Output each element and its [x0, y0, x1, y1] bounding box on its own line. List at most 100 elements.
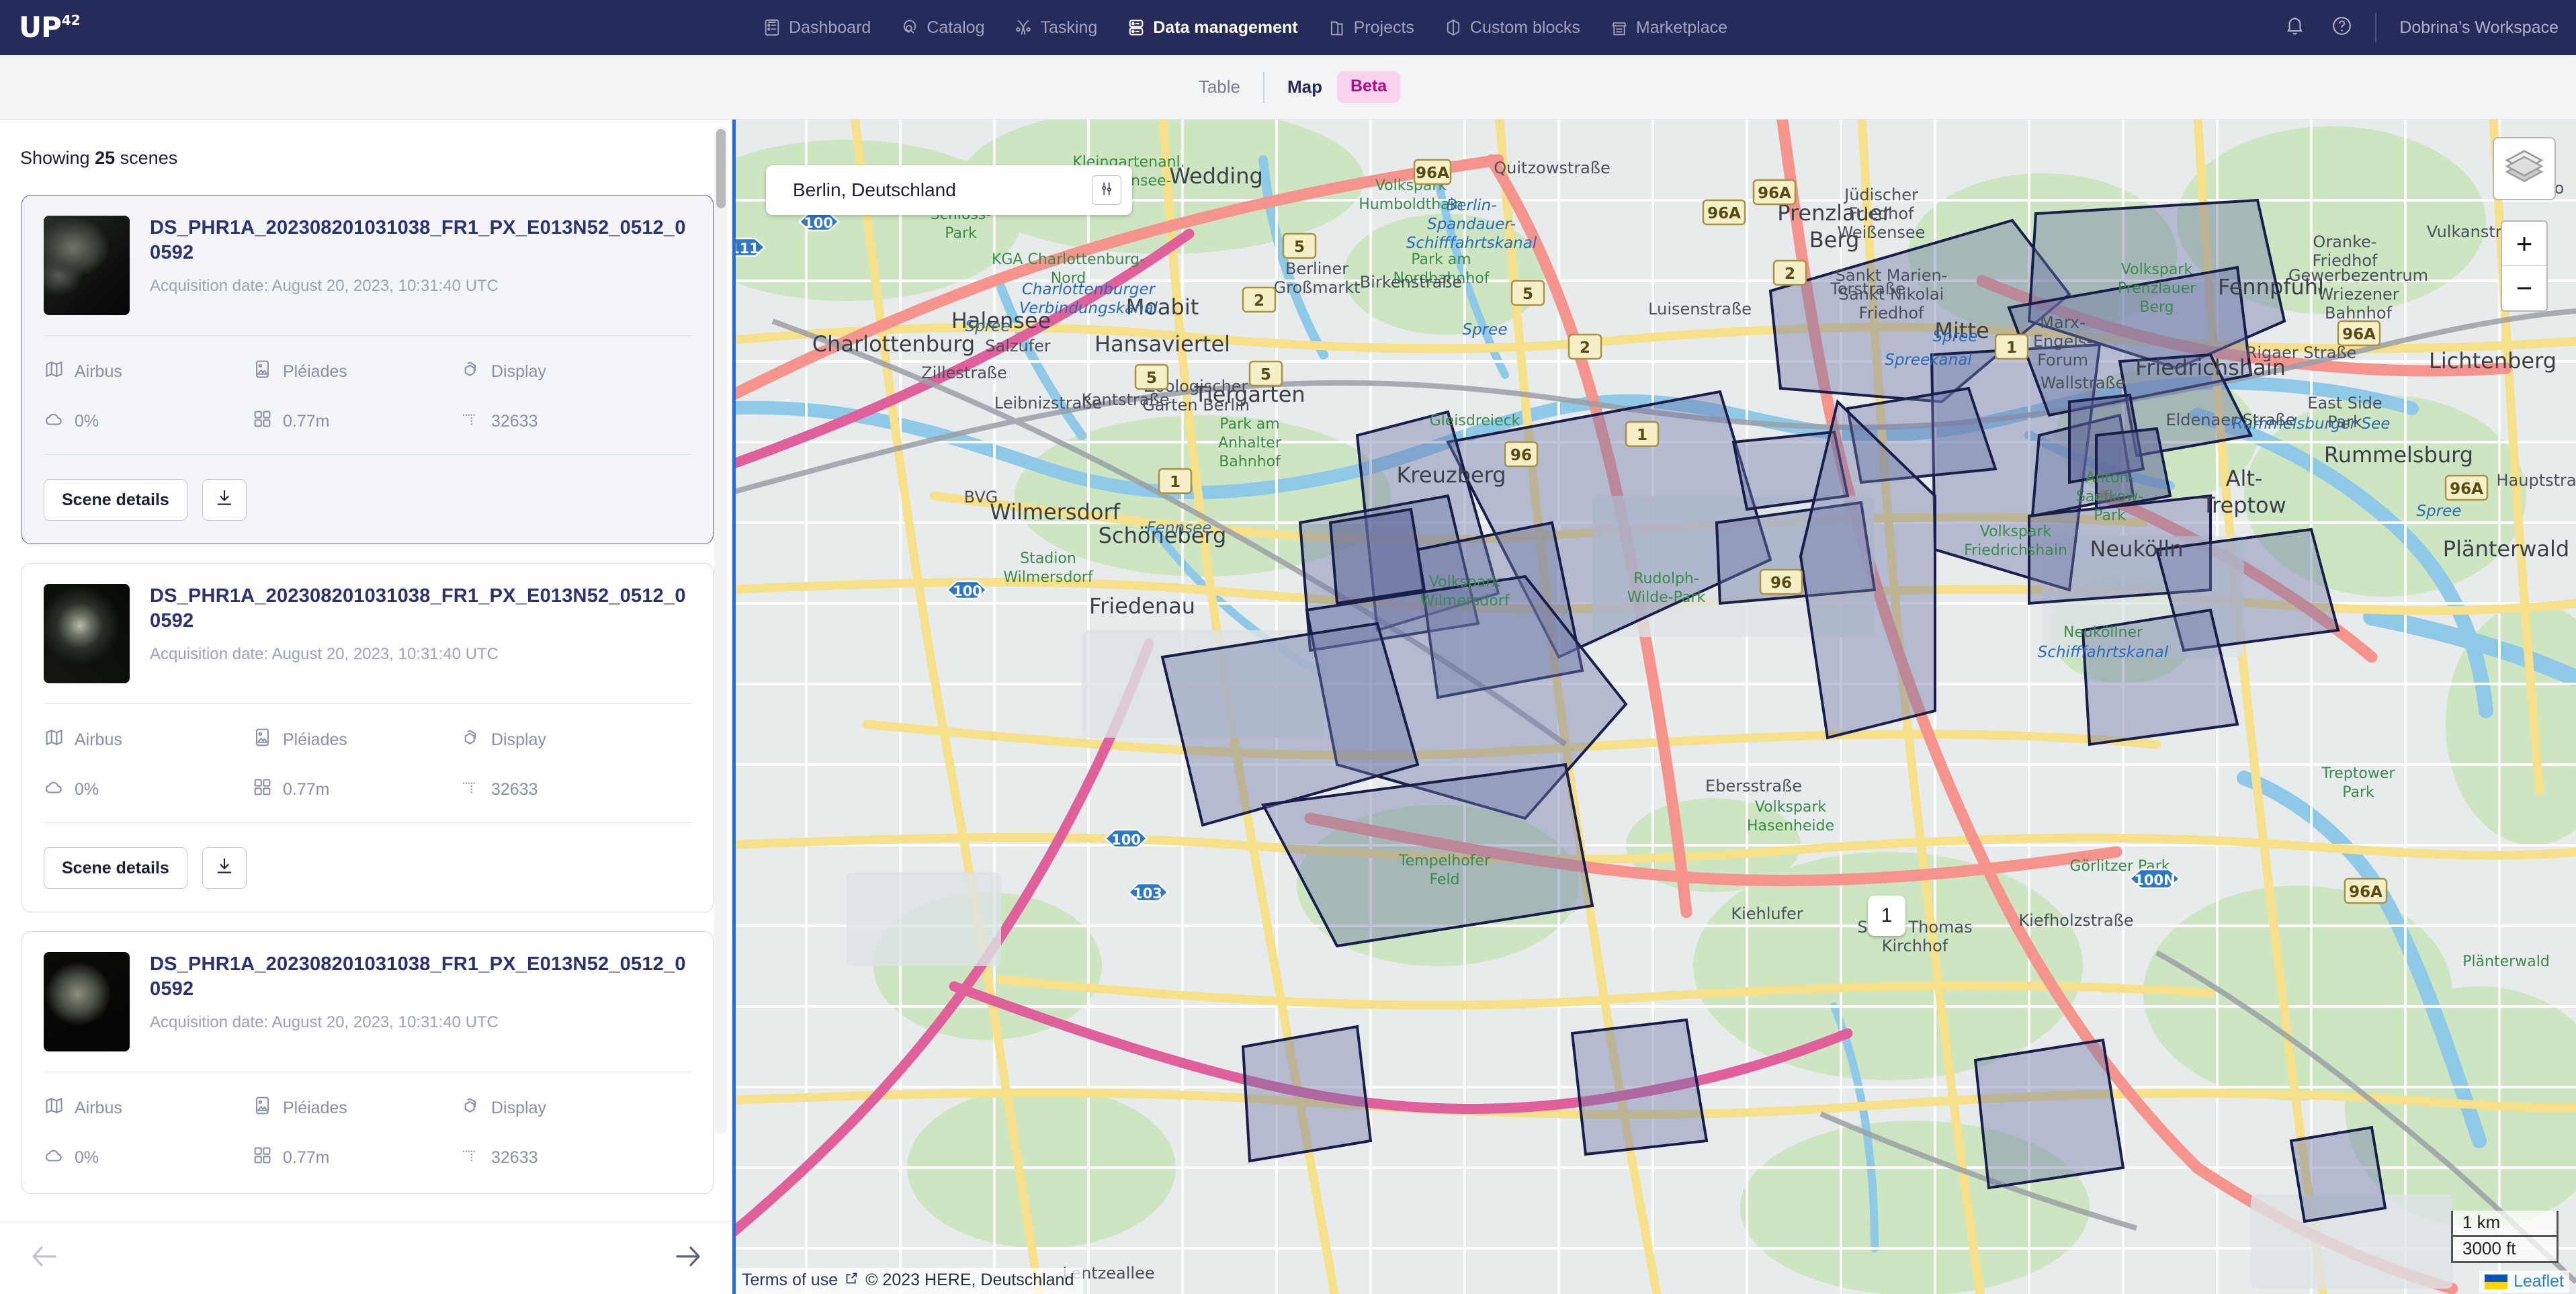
svg-text:96A: 96A — [2349, 883, 2382, 901]
bell-icon — [2284, 15, 2306, 40]
meta-value: Display — [491, 730, 546, 749]
scene-thumbnail[interactable] — [44, 952, 130, 1051]
meta-scene-id: 32633 — [460, 777, 693, 802]
svg-text:96: 96 — [1770, 574, 1792, 592]
svg-text:96A: 96A — [2450, 480, 2483, 498]
scene-metadata: Airbus Pléiades Display 0% 0.77m 32633 — [44, 727, 693, 802]
scene-acquisition-date: Acquisition date: August 20, 2023, 10:31… — [150, 645, 499, 664]
scene-card-header: DS_PHR1A_202308201031038_FR1_PX_E013N52_… — [44, 584, 693, 683]
meta-provider: Airbus — [44, 727, 252, 752]
cloud-icon — [44, 1145, 65, 1170]
svg-text:5: 5 — [1146, 370, 1157, 387]
search-filter-button[interactable] — [1092, 175, 1121, 205]
scene-card[interactable]: DS_PHR1A_202308201031038_FR1_PX_E013N52_… — [22, 931, 714, 1194]
meta-value: Display — [491, 1098, 546, 1117]
meta-cloud-cover: 0% — [44, 777, 252, 802]
pagination-bar — [0, 1221, 732, 1294]
svg-text:96A: 96A — [2342, 326, 2376, 343]
leaflet-label[interactable]: Leaflet — [2514, 1272, 2564, 1291]
scene-thumbnail[interactable] — [44, 216, 130, 315]
scenes-sidebar: Showing 25 scenes DS_PHR1A_2023082010310… — [0, 120, 732, 1221]
meta-value: Display — [491, 361, 546, 381]
scale-imperial: 3000 ft — [2451, 1237, 2559, 1263]
scene-metadata: Airbus Pléiades Display 0% 0.77m 32633 — [44, 359, 693, 434]
meta-product: Display — [460, 727, 693, 752]
scene-title[interactable]: DS_PHR1A_202308201031038_FR1_PX_E013N52_… — [150, 216, 693, 265]
terms-of-use-link[interactable]: Terms of use — [742, 1270, 838, 1290]
scene-card-actions: Scene details — [44, 479, 693, 521]
meta-value: Pléiades — [283, 1098, 347, 1117]
scene-title[interactable]: DS_PHR1A_202308201031038_FR1_PX_E013N52_… — [150, 584, 693, 633]
layers-control-button[interactable] — [2493, 137, 2556, 200]
ukraine-flag-icon — [2484, 1274, 2507, 1289]
meta-value: Pléiades — [283, 730, 347, 749]
meta-value: Airbus — [75, 361, 122, 381]
scenes-count-label: Showing 25 scenes — [20, 148, 732, 169]
nav-item-projects[interactable]: Projects — [1328, 18, 1414, 38]
meta-product: Display — [460, 359, 693, 384]
divider — [45, 454, 691, 455]
download-icon — [214, 488, 234, 513]
crs-dots-icon — [460, 777, 481, 802]
workspace-name[interactable]: Dobrina’s Workspace — [2399, 18, 2559, 38]
leaflet-attribution[interactable]: Leaflet — [2479, 1270, 2569, 1293]
crs-dots-icon — [460, 408, 481, 434]
help-button[interactable] — [2328, 14, 2355, 41]
svg-text:1: 1 — [2006, 339, 2017, 357]
logo-superscript: 42 — [61, 12, 81, 28]
brand-logo[interactable]: UP 42 — [19, 12, 81, 42]
map-fold-icon — [44, 1095, 65, 1121]
meta-value: 0.77m — [283, 1148, 330, 1167]
nav-item-marketplace[interactable]: Marketplace — [1610, 18, 1727, 38]
divider — [45, 822, 691, 823]
download-button[interactable] — [202, 847, 247, 889]
scene-details-button[interactable]: Scene details — [44, 479, 187, 521]
external-link-icon — [845, 1270, 859, 1290]
scene-title[interactable]: DS_PHR1A_202308201031038_FR1_PX_E013N52_… — [150, 952, 693, 1001]
data-management-icon — [1127, 18, 1146, 37]
download-button[interactable] — [202, 479, 247, 521]
notifications-button[interactable] — [2281, 14, 2308, 41]
meta-value: Airbus — [75, 1098, 122, 1117]
nav-item-dashboard[interactable]: Dashboard — [763, 18, 871, 38]
nav-item-tasking[interactable]: Tasking — [1014, 18, 1097, 38]
showing-suffix: scenes — [120, 148, 178, 168]
previous-page-button[interactable] — [28, 1240, 60, 1276]
beta-badge[interactable]: Beta — [1336, 71, 1401, 103]
zoom-out-button[interactable]: − — [2502, 266, 2546, 310]
cluster-marker[interactable]: 1 — [1868, 896, 1905, 936]
crs-dots-icon — [460, 1145, 481, 1170]
svg-text:96A: 96A — [1707, 205, 1741, 222]
grid-icon — [252, 1145, 273, 1170]
scene-card[interactable]: DS_PHR1A_202308201031038_FR1_PX_E013N52_… — [22, 563, 714, 912]
scene-card[interactable]: DS_PHR1A_202308201031038_FR1_PX_E013N52_… — [22, 195, 714, 544]
tab-table[interactable]: Table — [1176, 77, 1263, 97]
location-search-box[interactable] — [766, 165, 1132, 215]
scene-details-button[interactable]: Scene details — [44, 847, 187, 889]
meta-constellation: Pléiades — [252, 359, 460, 384]
meta-value: 0% — [75, 411, 99, 431]
tasking-icon — [1014, 18, 1033, 37]
map-attribution: Terms of use © 2023 HERE, Deutschland — [732, 1268, 1084, 1294]
nav-item-data-management[interactable]: Data management — [1127, 18, 1298, 38]
meta-value: 32633 — [491, 411, 538, 431]
svg-text:103: 103 — [1133, 886, 1162, 902]
sliders-icon — [1098, 180, 1115, 201]
sidebar-scrollbar-thumb[interactable] — [716, 129, 726, 208]
svg-text:2: 2 — [1785, 265, 1795, 283]
layers-icon — [2503, 146, 2545, 191]
nav-item-custom-blocks[interactable]: Custom blocks — [1444, 18, 1580, 38]
map-view[interactable]: Wedding Prenzlauer Berg Moabit Mitte Tier… — [732, 120, 2576, 1294]
search-input[interactable] — [793, 179, 1092, 201]
grid-icon — [252, 408, 273, 434]
top-right-actions: Dobrina’s Workspace — [2281, 0, 2559, 55]
tab-map[interactable]: Map — [1264, 77, 1333, 97]
sidebar-scrollbar-track[interactable] — [714, 126, 728, 1134]
scene-thumbnail[interactable] — [44, 584, 130, 683]
image-file-icon — [252, 727, 273, 752]
next-page-button[interactable] — [672, 1240, 704, 1276]
svg-text:100N: 100N — [2134, 872, 2175, 888]
nav-item-catalog[interactable]: Catalog — [900, 18, 984, 38]
zoom-in-button[interactable]: + — [2502, 222, 2546, 266]
dashboard-icon — [763, 18, 781, 37]
